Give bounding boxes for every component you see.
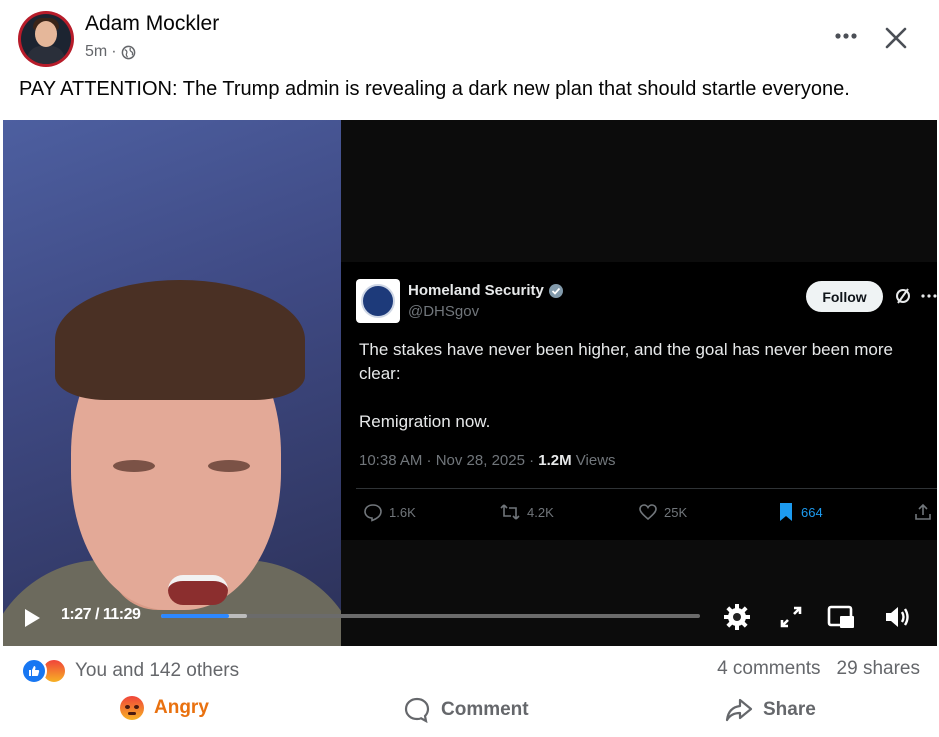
verified-badge-icon: [548, 283, 563, 298]
author-name[interactable]: Adam Mockler: [85, 12, 219, 36]
video-presenter: [3, 120, 341, 646]
video-controls: 1:27 / 11:29: [3, 590, 937, 646]
reply-icon: [364, 504, 382, 522]
tweet-date: 10:38 AM · Nov 28, 2025 ·: [359, 452, 539, 469]
tweet-views-label: Views: [571, 452, 616, 469]
meta-separator: ·: [111, 43, 117, 60]
post-header: Adam Mockler 5m ·: [0, 0, 939, 72]
tweet-more-icon: [921, 294, 937, 298]
reaction-summary[interactable]: You and 142 others: [21, 658, 239, 684]
avatar[interactable]: [18, 11, 74, 67]
tweet-actions: 1.6K 4.2K 25K 664: [341, 502, 937, 526]
volume-icon[interactable]: [883, 602, 913, 632]
like-reaction-icon: [21, 658, 47, 684]
angry-face-icon: [120, 696, 144, 720]
reaction-button[interactable]: Angry: [120, 696, 209, 720]
tweet-bookmarks: 664: [777, 502, 823, 522]
comment-button[interactable]: Comment: [403, 696, 529, 724]
tweet-likes: 25K: [638, 502, 687, 522]
tweet-views-count: 1.2M: [538, 452, 572, 469]
post-meta: 5m ·: [85, 43, 136, 61]
tweet-author: Homeland Security: [408, 282, 564, 299]
reply-count: 1.6K: [389, 504, 416, 520]
repost-count: 4.2K: [527, 504, 554, 520]
dhs-seal-icon: [356, 279, 400, 323]
bookmark-count: 664: [801, 504, 823, 520]
follow-button: Follow: [806, 281, 883, 312]
tweet-author-name: Homeland Security: [408, 282, 544, 299]
fullscreen-icon[interactable]: [776, 602, 806, 632]
duration: 11:29: [102, 606, 141, 623]
embedded-tweet-background: Homeland Security @DHSgov Follow The sta…: [341, 120, 937, 646]
time-separator: /: [91, 606, 103, 623]
current-time: 1:27: [61, 606, 92, 623]
tweet-text: The stakes have never been higher, and t…: [359, 340, 893, 431]
close-icon[interactable]: [878, 20, 914, 56]
avatar-photo: [21, 14, 71, 64]
comment-button-label: Comment: [441, 699, 529, 720]
post-caption: PAY ATTENTION: The Trump admin is reveal…: [19, 78, 850, 100]
reaction-summary-text: You and 142 others: [75, 660, 240, 681]
play-icon[interactable]: [22, 608, 42, 628]
more-dots-icon[interactable]: [830, 20, 862, 52]
globe-icon: [121, 45, 135, 59]
tweet-reposts: 4.2K: [499, 502, 554, 522]
tweet-handle: @DHSgov: [408, 303, 480, 320]
share-upload-icon: [915, 503, 931, 520]
tweet-share: [913, 502, 933, 522]
bookmark-icon: [780, 503, 792, 521]
grok-icon: [896, 288, 910, 304]
video-player[interactable]: Homeland Security @DHSgov Follow The sta…: [3, 120, 937, 646]
tweet-replies: 1.6K: [363, 502, 416, 522]
reaction-button-label: Angry: [154, 697, 209, 718]
seek-progress: [161, 614, 230, 618]
share-count[interactable]: 29 shares: [837, 658, 920, 680]
tweet-timestamp: 10:38 AM · Nov 28, 2025 · 1.2M Views: [359, 452, 616, 469]
like-count: 25K: [664, 504, 688, 520]
post-footer: You and 142 others 4 comments 29 shares …: [0, 646, 939, 737]
comment-icon: [404, 697, 430, 724]
engagement-counts: 4 comments 29 shares: [717, 658, 920, 680]
repost-icon: [500, 504, 520, 520]
video-seek-bar[interactable]: [161, 614, 700, 618]
video-time: 1:27 / 11:29: [61, 606, 141, 624]
tweet-divider: [356, 488, 937, 489]
share-arrow-icon: [725, 698, 753, 722]
heart-icon: [639, 504, 657, 521]
comment-count[interactable]: 4 comments: [717, 658, 820, 680]
embedded-tweet: Homeland Security @DHSgov Follow The sta…: [341, 262, 937, 540]
post-time[interactable]: 5m: [85, 43, 107, 61]
post-actions: Angry Comment Share: [0, 696, 939, 728]
share-button-label: Share: [763, 699, 816, 720]
share-button[interactable]: Share: [725, 696, 816, 724]
settings-gear-icon[interactable]: [722, 602, 752, 632]
picture-in-picture-icon[interactable]: [826, 602, 856, 632]
